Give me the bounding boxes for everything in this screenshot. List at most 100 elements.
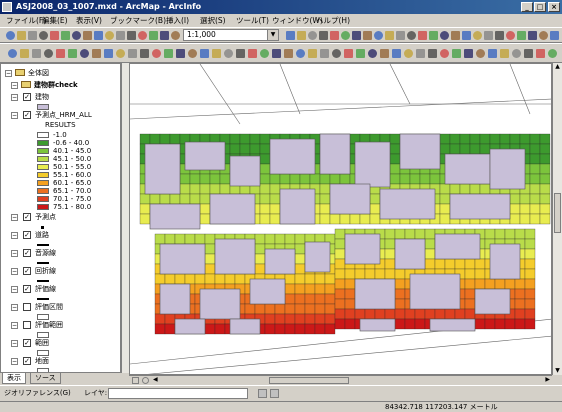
toolbar-tool-icon[interactable] [344,49,353,58]
close-button[interactable]: × [548,2,560,12]
toolbar-tool-icon[interactable] [404,49,413,58]
toolbar-tool-icon[interactable] [452,49,461,58]
map-canvas[interactable] [130,64,552,375]
collapse-icon[interactable]: − [11,340,18,347]
toolbar-tool-icon[interactable] [363,31,372,40]
toc-scrollbar[interactable] [121,63,129,373]
collapse-icon[interactable]: − [11,94,18,101]
collapse-icon[interactable]: − [11,214,18,221]
georef-tool-icon[interactable] [258,389,267,398]
toolbar-tool-icon[interactable] [539,31,548,40]
toolbar-tool-icon[interactable] [8,49,17,58]
toolbar-tool-icon[interactable] [320,49,329,58]
toolbar-tool-icon[interactable] [61,31,70,40]
layer-visibility-checkbox[interactable]: ✓ [23,267,31,275]
toolbar-tool-icon[interactable] [152,49,161,58]
toolbar-tool-icon[interactable] [188,49,197,58]
toolbar-tool-icon[interactable] [473,31,482,40]
collapse-icon[interactable]: − [11,304,18,311]
toolbar-tool-icon[interactable] [528,31,537,40]
tab-display[interactable]: 表示 [2,373,26,384]
toolbar-tool-icon[interactable] [296,49,305,58]
toolbar-tool-icon[interactable] [116,49,125,58]
collapse-icon[interactable]: − [11,82,18,89]
refresh-icon[interactable] [142,377,149,384]
toolbar-tool-icon[interactable] [171,31,180,40]
toolbar-tool-icon[interactable] [416,49,425,58]
toolbar-tool-icon[interactable] [550,31,559,40]
toolbar-tool-icon[interactable] [105,31,114,40]
menu-edit[interactable]: 編集(E) [42,15,68,26]
toolbar-tool-icon[interactable] [94,31,103,40]
toolbar-tool-icon[interactable] [80,49,89,58]
toolbar-tool-icon[interactable] [104,49,113,58]
toolbar-tool-icon[interactable] [484,31,493,40]
toolbar-tool-icon[interactable] [524,49,533,58]
h-scroll-thumb[interactable] [269,377,349,384]
toolbar-tool-icon[interactable] [440,31,449,40]
menu-selection[interactable]: 選択(S) [200,15,226,26]
toolbar-tool-icon[interactable] [116,31,125,40]
maximize-button[interactable]: □ [534,2,546,12]
toolbar-tool-icon[interactable] [418,31,427,40]
scroll-up-icon[interactable]: ▲ [554,63,561,71]
georeferencing-menu[interactable]: ジオリファレンス(G) [4,388,74,399]
toolbar-tool-icon[interactable] [392,49,401,58]
layer-visibility-checkbox[interactable]: ✓ [23,93,31,101]
map-view[interactable] [129,63,552,375]
toolbar-tool-icon[interactable] [260,49,269,58]
toolbar-tool-icon[interactable] [164,49,173,58]
tab-source[interactable]: ソース [30,373,61,384]
toolbar-tool-icon[interactable] [6,31,15,40]
collapse-icon[interactable]: − [11,232,18,239]
toolbar-tool-icon[interactable] [548,49,557,58]
toolbar-tool-icon[interactable] [536,49,545,58]
collapse-icon[interactable]: − [11,322,18,329]
scroll-down-icon[interactable]: ▼ [554,367,561,375]
toolbar-tool-icon[interactable] [50,31,59,40]
map-horizontal-scrollbar[interactable]: ◀ ▶ [129,375,552,385]
toolbar-tool-icon[interactable] [506,31,515,40]
toolbar-tool-icon[interactable] [236,49,245,58]
toolbar-tool-icon[interactable] [149,31,158,40]
toolbar-tool-icon[interactable] [212,49,221,58]
collapse-icon[interactable]: − [11,268,18,275]
toolbar-tool-icon[interactable] [385,31,394,40]
layout-view-icon[interactable] [132,377,139,384]
layer-visibility-checkbox[interactable]: ✓ [23,285,31,293]
toolbar-tool-icon[interactable] [17,31,26,40]
toolbar-tool-icon[interactable] [462,31,471,40]
minimize-button[interactable]: _ [521,2,533,12]
toolbar-tool-icon[interactable] [429,31,438,40]
toolbar-tool-icon[interactable] [286,31,295,40]
layer-visibility-checkbox[interactable]: ✓ [23,111,31,119]
map-vertical-scrollbar[interactable]: ▲ ▼ [552,63,562,375]
toolbar-tool-icon[interactable] [160,31,169,40]
scroll-left-icon[interactable]: ◀ [153,376,158,383]
toolbar-tool-icon[interactable] [464,49,473,58]
toolbar-tool-icon[interactable] [92,49,101,58]
toolbar-tool-icon[interactable] [28,31,37,40]
toolbar-tool-icon[interactable] [495,31,504,40]
toolbar-tool-icon[interactable] [512,49,521,58]
toolbar-tool-icon[interactable] [517,31,526,40]
layer-visibility-checkbox[interactable] [23,321,31,329]
toolbar-tool-icon[interactable] [308,31,317,40]
toolbar-tool-icon[interactable] [396,31,405,40]
toolbar-tool-icon[interactable] [128,49,137,58]
collapse-icon[interactable]: − [11,250,18,257]
toolbar-tool-icon[interactable] [356,49,365,58]
toolbar-tool-icon[interactable] [428,49,437,58]
toolbar-tool-icon[interactable] [39,31,48,40]
toolbar-tool-icon[interactable] [341,31,350,40]
toolbar-tool-icon[interactable] [319,31,328,40]
toolbar-tool-icon[interactable] [407,31,416,40]
toolbar-tool-icon[interactable] [297,31,306,40]
toolbar-tool-icon[interactable] [476,49,485,58]
toolbar-tool-icon[interactable] [176,49,185,58]
toolbar-tool-icon[interactable] [248,49,257,58]
toolbar-tool-icon[interactable] [140,49,149,58]
layer-visibility-checkbox[interactable]: ✓ [23,339,31,347]
toolbar-tool-icon[interactable] [374,31,383,40]
layer-visibility-checkbox[interactable]: ✓ [23,357,31,365]
